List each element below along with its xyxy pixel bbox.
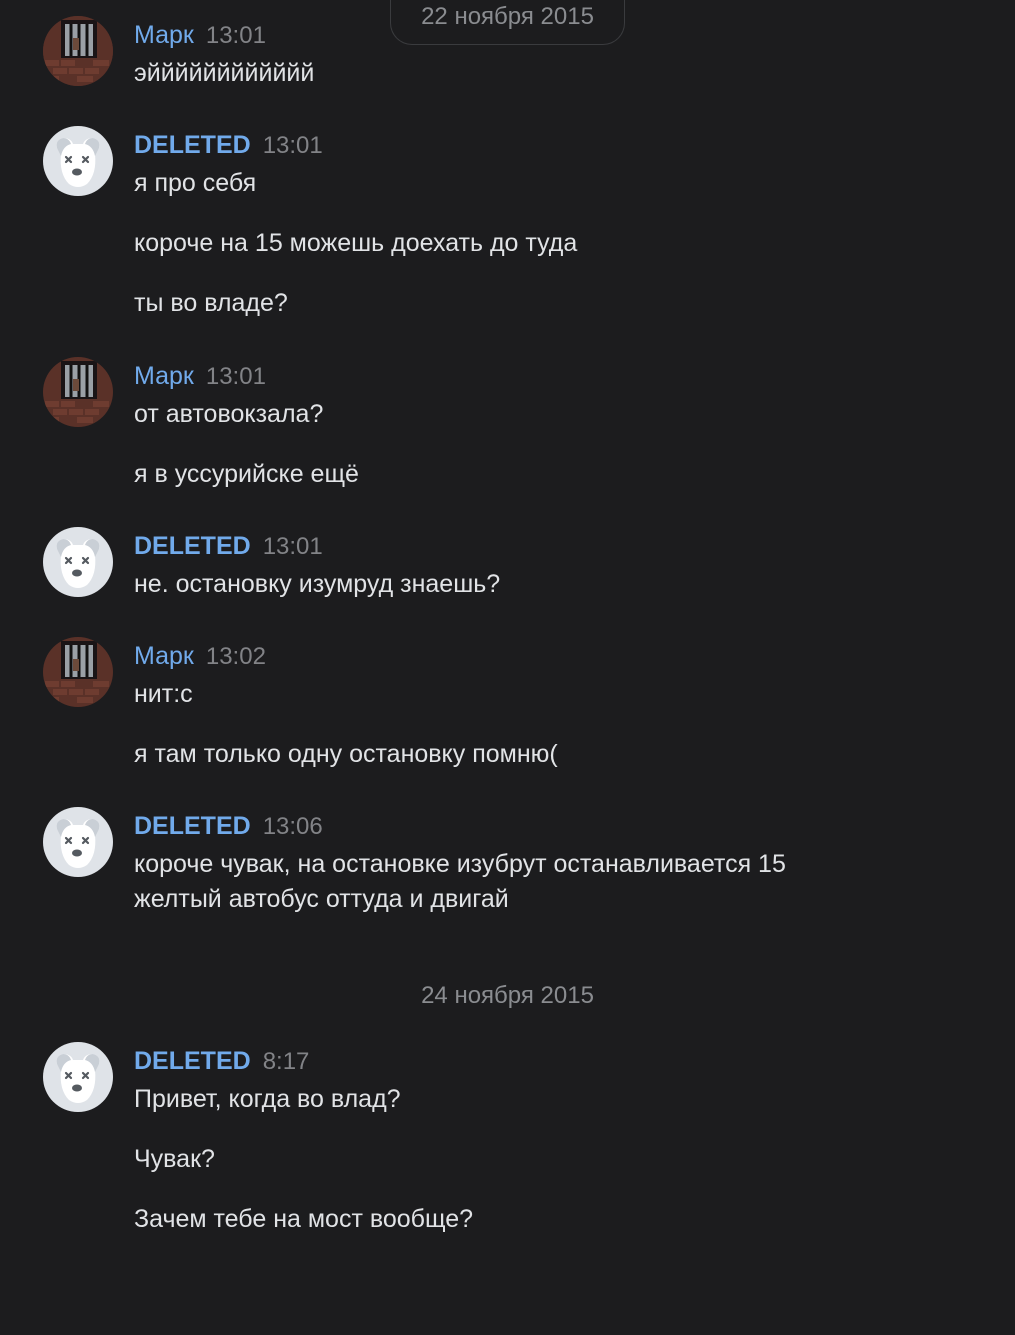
message-text: я про себя — [134, 169, 257, 197]
message-text: я там только одну остановку помню( — [134, 740, 558, 768]
message-time: 13:01 — [262, 132, 323, 159]
author-name[interactable]: Марк — [134, 21, 194, 49]
chat-history: 22 ноября 2015 Марк 13:01 эйййййййййййй … — [0, 0, 1015, 1335]
date-label: 22 ноября 2015 — [390, 0, 625, 45]
message-header: Марк 13:02 — [134, 641, 266, 675]
message-text: нит:с — [134, 680, 193, 708]
message-text: Зачем тебе на мост вообще? — [134, 1205, 474, 1233]
message-time: 13:02 — [205, 643, 266, 670]
message-text: я в уссурийске ещё — [134, 460, 359, 488]
message-lines: я про себя короче на 15 можешь доехать д… — [134, 166, 874, 321]
message-time: 13:01 — [205, 363, 266, 390]
message-lines: Привет, когда во влад? Чувак? Зачем тебе… — [134, 1082, 874, 1237]
message-time: 13:01 — [262, 533, 323, 560]
date-label: 24 ноября 2015 — [421, 982, 594, 1009]
user-photo-avatar[interactable] — [43, 637, 113, 707]
message-header: Марк 13:01 — [134, 20, 266, 54]
message-header: DELETED 8:17 — [134, 1046, 309, 1080]
author-name[interactable]: DELETED — [134, 1047, 251, 1075]
message-text: желтый автобус оттуда и двигай — [134, 885, 509, 913]
user-photo-avatar[interactable] — [43, 16, 113, 86]
message-text: короче чувак, на остановке изубрут остан… — [134, 850, 786, 878]
message-lines: от автовокзала? я в уссурийске ещё — [134, 397, 874, 492]
date-separator: 24 ноября 2015 — [0, 981, 1015, 1011]
author-name[interactable]: DELETED — [134, 131, 251, 159]
author-name[interactable]: DELETED — [134, 812, 251, 840]
message-header: DELETED 13:06 — [134, 811, 323, 845]
message-lines: эйййййййййййй — [134, 56, 874, 91]
message-text: от автовокзала? — [134, 400, 324, 428]
message-time: 8:17 — [262, 1048, 310, 1075]
message-time: 13:06 — [262, 813, 323, 840]
author-name[interactable]: DELETED — [134, 532, 251, 560]
deleted-dog-avatar[interactable] — [43, 1042, 113, 1112]
message-text: короче на 15 можешь доехать до туда — [134, 229, 578, 257]
deleted-dog-avatar[interactable] — [43, 807, 113, 877]
message-lines: нит:с я там только одну остановку помню( — [134, 677, 874, 772]
message-lines: короче чувак, на остановке изубрут остан… — [134, 847, 874, 917]
author-name[interactable]: Марк — [134, 642, 194, 670]
message-text: эйййййййййййй — [134, 59, 315, 87]
message-text: не. остановку изумруд знаешь? — [134, 570, 501, 598]
deleted-dog-avatar[interactable] — [43, 126, 113, 196]
message-text: Чувак? — [134, 1145, 215, 1173]
message-text: Привет, когда во влад? — [134, 1085, 401, 1113]
message-header: DELETED 13:01 — [134, 130, 323, 164]
message-text: ты во владе? — [134, 289, 288, 317]
user-photo-avatar[interactable] — [43, 357, 113, 427]
deleted-dog-avatar[interactable] — [43, 527, 113, 597]
message-header: DELETED 13:01 — [134, 531, 323, 565]
author-name[interactable]: Марк — [134, 362, 194, 390]
message-time: 13:01 — [205, 22, 266, 49]
message-lines: не. остановку изумруд знаешь? — [134, 567, 874, 602]
message-header: Марк 13:01 — [134, 361, 266, 395]
